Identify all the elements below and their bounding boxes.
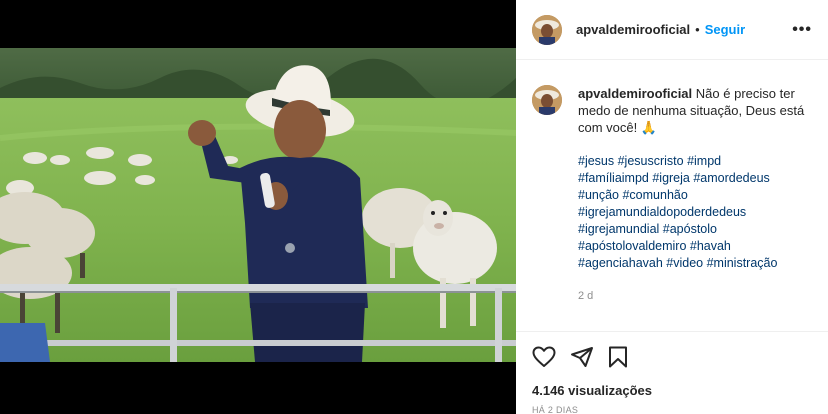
- caption-username[interactable]: apvaldemirooficial: [578, 86, 692, 101]
- video-player[interactable]: [0, 48, 516, 362]
- hashtag-line[interactable]: #igrejamundial #apóstolo: [578, 221, 808, 238]
- video-frame: [0, 48, 516, 362]
- hashtag-line[interactable]: #famíliaimpd #igreja #amordedeus: [578, 170, 808, 187]
- post-sidebar: apvaldemirooficial • Seguir ••• apvaldem…: [516, 0, 828, 414]
- hashtag-line[interactable]: #agenciahavah #video #ministração: [578, 255, 808, 272]
- actions-bar: 4.146 visualizações HÁ 2 DIAS: [516, 331, 828, 414]
- heart-icon[interactable]: [532, 346, 556, 368]
- caption: apvaldemirooficial Não é preciso ter med…: [578, 85, 808, 331]
- views-count[interactable]: 4.146 visualizações: [532, 383, 812, 398]
- caption-avatar[interactable]: [532, 85, 562, 115]
- hashtag-line[interactable]: #jesus #jesuscristo #impd: [578, 153, 808, 170]
- hashtag-line[interactable]: #unção #comunhão: [578, 187, 808, 204]
- avatar[interactable]: [532, 14, 562, 45]
- post-date: HÁ 2 DIAS: [532, 405, 579, 414]
- caption-area: apvaldemirooficial Não é preciso ter med…: [516, 61, 828, 331]
- hashtag-line[interactable]: #igrejamundialdopoderdedeus: [578, 204, 808, 221]
- separator-dot: •: [695, 22, 700, 37]
- bookmark-icon[interactable]: [608, 346, 628, 368]
- hashtag-line[interactable]: #apóstolovaldemiro #havah: [578, 238, 808, 255]
- action-icons: [532, 344, 812, 370]
- hashtags: #jesus #jesuscristo #impd #famíliaimpd #…: [578, 153, 808, 272]
- post-header: apvaldemirooficial • Seguir •••: [516, 0, 828, 60]
- share-icon[interactable]: [570, 346, 594, 368]
- follow-button[interactable]: Seguir: [705, 22, 745, 37]
- more-icon[interactable]: •••: [792, 21, 812, 39]
- header-username[interactable]: apvaldemirooficial: [576, 22, 690, 37]
- caption-time: 2 d: [578, 290, 594, 302]
- post-media[interactable]: [0, 0, 516, 414]
